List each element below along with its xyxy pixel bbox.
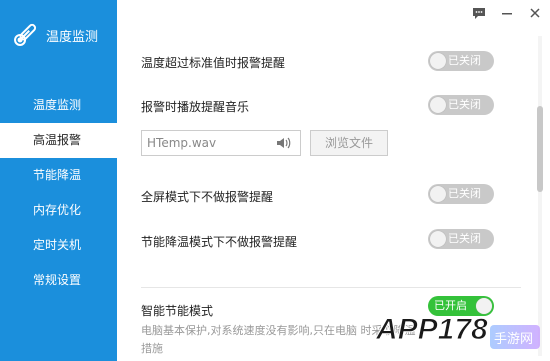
- browse-file-button[interactable]: 浏览文件: [310, 130, 388, 156]
- toggle-knob: [430, 231, 446, 247]
- eco-no-alert-toggle[interactable]: 已关闭: [428, 229, 494, 249]
- toggle-knob: [430, 97, 446, 113]
- setting-label: 温度超过标准值时报警提醒: [141, 55, 286, 70]
- scroll-thumb[interactable]: [537, 106, 543, 192]
- sidebar: 温度监测 温度监测 高温报警 节能降温 内存优化 定时关机 常规设置: [0, 0, 117, 361]
- setting-label: 报警时播放提醒音乐: [141, 99, 250, 114]
- watermark-sub: 手游网: [494, 332, 533, 347]
- sidebar-item-high-temp-alert[interactable]: 高温报警: [0, 123, 117, 158]
- sidebar-item-energy-cooling[interactable]: 节能降温: [0, 158, 117, 193]
- smart-mode-title: 智能节能模式: [141, 304, 214, 318]
- sidebar-item-scheduled-shutdown[interactable]: 定时关机: [0, 228, 117, 263]
- brand: 温度监测: [10, 18, 98, 52]
- sidebar-item-memory-optimize[interactable]: 内存优化: [0, 193, 117, 228]
- section-divider: [141, 287, 521, 288]
- sidebar-nav: 温度监测 高温报警 节能降温 内存优化 定时关机 常规设置: [0, 88, 117, 298]
- app-title: 温度监测: [46, 29, 99, 45]
- fullscreen-no-alert-toggle[interactable]: 已关闭: [428, 184, 494, 204]
- setting-label: 全屏模式下不做报警提醒: [141, 189, 274, 204]
- sidebar-item-general-settings[interactable]: 常规设置: [0, 263, 117, 298]
- toggle-state: 已关闭: [448, 232, 481, 245]
- window-controls: [472, 6, 542, 20]
- minimize-icon[interactable]: [500, 6, 514, 20]
- speaker-icon[interactable]: [276, 136, 292, 150]
- sound-file-value: HTemp.wav: [147, 136, 217, 150]
- toggle-state: 已关闭: [448, 54, 481, 67]
- watermark-text: APP178: [375, 313, 488, 346]
- feedback-icon[interactable]: [472, 6, 486, 20]
- sidebar-item-temperature-monitor[interactable]: 温度监测: [0, 88, 117, 123]
- close-icon[interactable]: [528, 6, 542, 20]
- alarm-sound-toggle[interactable]: 已关闭: [428, 95, 494, 115]
- sound-file-field[interactable]: HTemp.wav: [141, 130, 301, 156]
- toggle-state: 已关闭: [448, 98, 481, 111]
- toggle-state: 已关闭: [448, 187, 481, 200]
- toggle-knob: [430, 186, 446, 202]
- thermometer-icon: [14, 23, 37, 46]
- setting-label: 节能降温模式下不做报警提醒: [141, 234, 298, 249]
- over-temp-alert-toggle[interactable]: 已关闭: [428, 51, 494, 71]
- toggle-knob: [430, 53, 446, 69]
- app178-logo: APP178 手游网: [375, 313, 540, 349]
